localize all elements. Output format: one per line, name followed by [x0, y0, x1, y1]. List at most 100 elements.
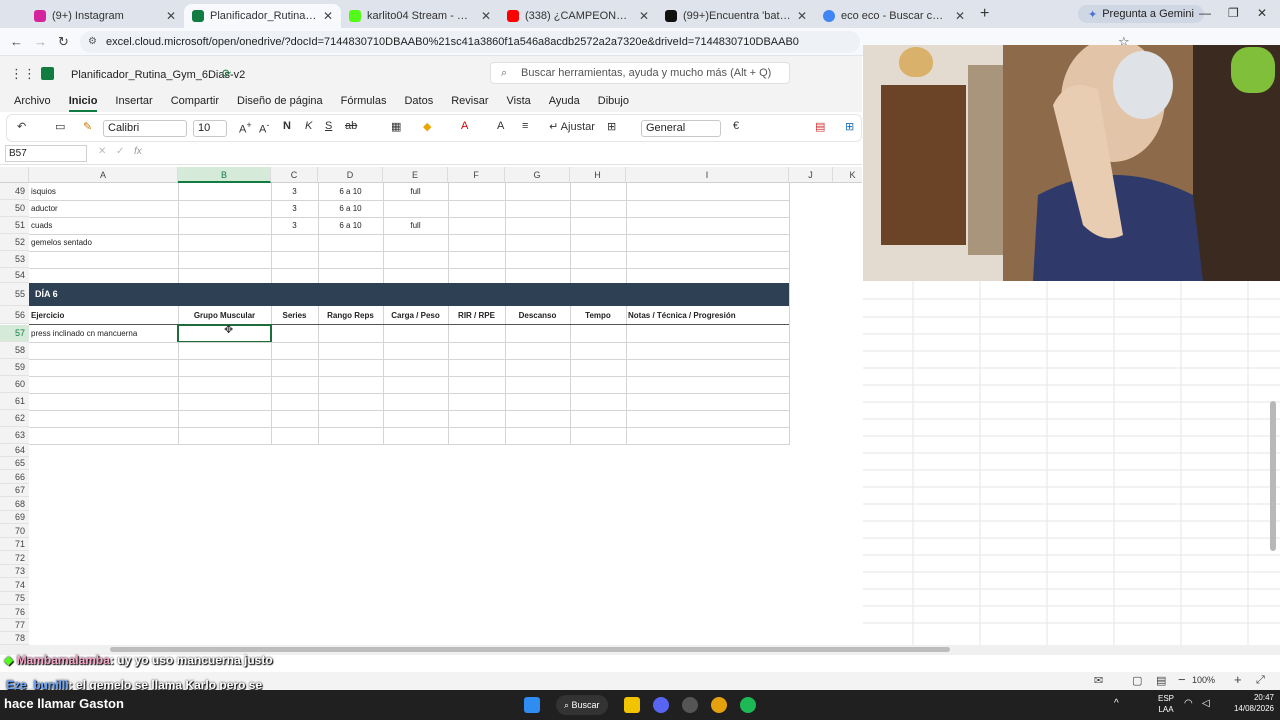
merge-icon[interactable]: ⊞: [607, 120, 616, 133]
file-explorer-icon[interactable]: [624, 697, 640, 713]
table-format-icon[interactable]: ⊞: [845, 120, 854, 133]
cell-e51[interactable]: full: [383, 217, 448, 234]
row-header[interactable]: 67: [0, 484, 29, 497]
menu-revisar[interactable]: Revisar: [451, 95, 488, 107]
tab-excel[interactable]: Planificador_Rutina_Gym_6Dias ✕: [184, 4, 341, 28]
column-header-a[interactable]: A: [29, 167, 178, 183]
windows-start-icon[interactable]: [524, 697, 540, 713]
maximize-icon[interactable]: ❐: [1228, 6, 1239, 20]
header-notas[interactable]: Notas / Técnica / Progresión: [628, 307, 788, 324]
cell-c49[interactable]: 3: [271, 183, 318, 200]
column-header-k[interactable]: K: [833, 167, 862, 183]
url-field[interactable]: ⚙ excel.cloud.microsoft/open/onedrive/?d…: [80, 31, 860, 53]
document-title[interactable]: Planificador_Rutina_Gym_6Dias-v2: [71, 69, 245, 81]
back-icon[interactable]: ←: [10, 34, 23, 49]
row-header[interactable]: 66: [0, 470, 29, 484]
row-header[interactable]: 56: [0, 306, 29, 324]
row-header[interactable]: 72: [0, 551, 29, 565]
menu-vista[interactable]: Vista: [507, 95, 531, 107]
row-header[interactable]: 73: [0, 565, 29, 578]
close-window-icon[interactable]: ✕: [1257, 6, 1267, 20]
row-header[interactable]: 58: [0, 342, 29, 359]
bold-button[interactable]: N: [283, 120, 291, 132]
tray-arrow-icon[interactable]: ^: [1114, 698, 1119, 709]
menu-formulas[interactable]: Fórmulas: [341, 95, 387, 107]
cell-e49[interactable]: full: [383, 183, 448, 200]
vertical-scrollbar[interactable]: [1270, 401, 1276, 551]
cancel-icon[interactable]: ✕: [98, 146, 106, 157]
wifi-icon[interactable]: ◠: [1184, 698, 1193, 709]
row-header[interactable]: 54: [0, 268, 29, 283]
close-icon[interactable]: ✕: [166, 9, 176, 23]
menu-inicio[interactable]: Inicio: [68, 95, 97, 112]
undo-icon[interactable]: ↶: [17, 120, 26, 133]
fullscreen-icon[interactable]: ⤢: [1256, 674, 1265, 687]
column-header-g[interactable]: G: [505, 167, 570, 183]
row-header[interactable]: 69: [0, 511, 29, 524]
formula-input[interactable]: [156, 145, 856, 162]
new-tab-button[interactable]: +: [980, 5, 989, 23]
close-icon[interactable]: ✕: [955, 9, 965, 23]
header-descanso[interactable]: Descanso: [505, 307, 570, 324]
header-series[interactable]: Series: [271, 307, 318, 324]
menu-archivo[interactable]: Archivo: [14, 95, 51, 107]
align-icon[interactable]: ≡: [522, 120, 528, 132]
fill-color-icon[interactable]: ◆: [423, 120, 431, 133]
search-box[interactable]: ⌕ Buscar herramientas, ayuda y mucho más…: [490, 62, 790, 84]
row-header[interactable]: 68: [0, 497, 29, 511]
row-header[interactable]: 57: [0, 325, 29, 342]
column-header-b[interactable]: B: [178, 167, 271, 183]
row-header[interactable]: 75: [0, 592, 29, 605]
zoom-out-icon[interactable]: −: [1178, 672, 1186, 687]
grow-font-icon[interactable]: A+: [239, 120, 252, 136]
row-header[interactable]: 53: [0, 251, 29, 268]
italic-button[interactable]: K: [305, 120, 312, 132]
notifications-icon[interactable]: ✉: [1094, 674, 1103, 687]
spreadsheet-grid[interactable]: A B C D E F G H I J K 49 isquios 3 6 a 1…: [0, 167, 862, 645]
clock[interactable]: 20:47 14/08/2026: [1234, 692, 1274, 714]
tab-instagram[interactable]: (9+) Instagram ✕: [26, 4, 184, 28]
tab-tiktok[interactable]: (99+)Encuentra 'batalla farmeo ✕: [657, 4, 815, 28]
select-all-corner[interactable]: [0, 167, 29, 183]
gemini-button[interactable]: ✦ Pregunta a Gemini: [1078, 5, 1204, 23]
confirm-icon[interactable]: ✓: [116, 146, 124, 157]
menu-insertar[interactable]: Insertar: [115, 95, 152, 107]
number-format-dropdown[interactable]: General: [641, 120, 721, 137]
taskbar-search[interactable]: ⌕ Buscar: [556, 695, 608, 715]
row-header[interactable]: 77: [0, 619, 29, 632]
row-header[interactable]: 62: [0, 410, 29, 427]
zoom-in-icon[interactable]: +: [1234, 672, 1242, 687]
row-header[interactable]: 63: [0, 427, 29, 444]
cell-c50[interactable]: 3: [271, 200, 318, 217]
volume-icon[interactable]: ◁: [1202, 698, 1210, 709]
row-header[interactable]: 70: [0, 524, 29, 538]
day-banner[interactable]: DÍA 6: [29, 283, 789, 306]
tab-google[interactable]: eco eco - Buscar con Google ✕: [815, 4, 973, 28]
borders-icon[interactable]: ▦: [391, 120, 401, 133]
tab-kick[interactable]: karlito04 Stream - Kick Dashbo ✕: [341, 4, 499, 28]
column-header-h[interactable]: H: [570, 167, 626, 183]
menu-ayuda[interactable]: Ayuda: [549, 95, 580, 107]
row-header[interactable]: 64: [0, 444, 29, 457]
menu-datos[interactable]: Datos: [404, 95, 433, 107]
row-header[interactable]: 60: [0, 376, 29, 393]
header-grupo-muscular[interactable]: Grupo Muscular: [178, 307, 271, 324]
row-header[interactable]: 50: [0, 200, 29, 217]
conditional-format-icon[interactable]: ▤: [815, 120, 825, 133]
paste-icon[interactable]: ▭: [55, 120, 65, 133]
font-effects-icon[interactable]: A: [497, 120, 504, 132]
discord-icon[interactable]: [653, 697, 669, 713]
cell-a52[interactable]: gemelos sentado: [31, 234, 176, 251]
cell-d51[interactable]: 6 a 10: [318, 217, 383, 234]
chrome-icon[interactable]: [711, 697, 727, 713]
row-header[interactable]: 76: [0, 605, 29, 619]
cell-d49[interactable]: 6 a 10: [318, 183, 383, 200]
header-carga-peso[interactable]: Carga / Peso: [383, 307, 448, 324]
column-header-d[interactable]: D: [318, 167, 383, 183]
menu-dibujo[interactable]: Dibujo: [598, 95, 629, 107]
row-header[interactable]: 71: [0, 538, 29, 551]
close-icon[interactable]: ✕: [639, 9, 649, 23]
row-header[interactable]: 52: [0, 234, 29, 251]
cell-a49[interactable]: isquios: [31, 183, 176, 200]
app-launcher-icon[interactable]: ⋮⋮: [10, 66, 36, 82]
